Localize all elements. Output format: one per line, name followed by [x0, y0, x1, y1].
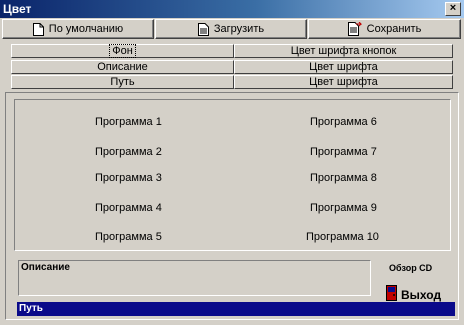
browse-cd-button[interactable]: Обзор CD [389, 263, 432, 273]
description-box: Описание [18, 260, 371, 296]
color-settings-window: Цвет × По умолчанию Загрузить Сохранить … [0, 0, 464, 325]
button-font-color-button[interactable]: Цвет шрифта кнопок [234, 44, 453, 58]
program-button[interactable]: Программа 6 [310, 116, 377, 128]
program-button[interactable]: Программа 4 [95, 202, 162, 214]
button-font-color-label: Цвет шрифта кнопок [290, 45, 397, 57]
program-button[interactable]: Программа 3 [95, 172, 162, 184]
programs-panel [14, 99, 451, 251]
load-button[interactable]: Загрузить [155, 19, 307, 39]
path-font-color-label: Цвет шрифта [309, 76, 378, 88]
title-bar[interactable]: Цвет × [0, 0, 464, 18]
description-font-color-button[interactable]: Цвет шрифта [234, 60, 453, 74]
path-bar: Путь [17, 302, 455, 316]
program-button[interactable]: Программа 9 [310, 202, 377, 214]
default-button-label: По умолчанию [48, 23, 124, 35]
save-document-icon [347, 22, 362, 36]
exit-button-label: Выход [401, 287, 442, 302]
window-title: Цвет [3, 2, 32, 16]
program-button[interactable]: Программа 10 [306, 231, 379, 243]
program-button[interactable]: Программа 2 [95, 146, 162, 158]
description-color-button[interactable]: Описание [11, 60, 234, 74]
new-document-icon [32, 22, 44, 36]
path-font-color-button[interactable]: Цвет шрифта [234, 75, 453, 89]
open-document-icon [197, 22, 209, 36]
close-icon: × [449, 2, 457, 14]
path-color-button[interactable]: Путь [11, 75, 234, 89]
description-color-label: Описание [97, 61, 148, 73]
background-color-label: Фон [109, 44, 136, 58]
load-button-label: Загрузить [213, 23, 265, 35]
close-button[interactable]: × [445, 2, 461, 16]
path-color-label: Путь [110, 76, 135, 88]
save-button-label: Сохранить [366, 23, 422, 35]
program-button[interactable]: Программа 5 [95, 231, 162, 243]
description-font-color-label: Цвет шрифта [309, 61, 378, 73]
save-button[interactable]: Сохранить [308, 19, 461, 39]
default-button[interactable]: По умолчанию [2, 19, 154, 39]
description-box-label: Описание [21, 262, 70, 273]
program-button[interactable]: Программа 7 [310, 146, 377, 158]
background-color-button[interactable]: Фон [11, 44, 234, 58]
program-button[interactable]: Программа 1 [95, 116, 162, 128]
path-bar-label: Путь [19, 303, 43, 314]
program-button[interactable]: Программа 8 [310, 172, 377, 184]
